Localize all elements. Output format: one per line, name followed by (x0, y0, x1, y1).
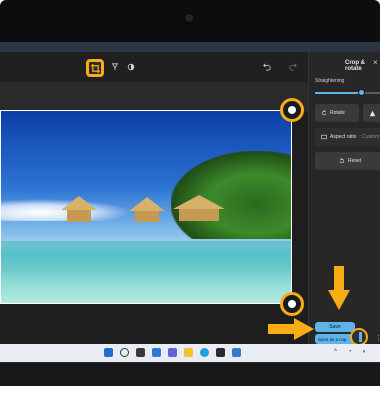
windows-taskbar: ^ ◔ ◖ (0, 344, 380, 362)
file-explorer-icon[interactable] (184, 348, 193, 357)
slider-thumb[interactable] (358, 89, 366, 96)
screen: Crop & rotate × Straightening Rotate Asp… (0, 42, 380, 362)
title-bar (0, 42, 380, 52)
photo-hut-base (179, 209, 219, 221)
photo-hut-base (135, 211, 159, 222)
teams-chat-icon[interactable] (168, 348, 177, 357)
annotation-arrow-right (268, 318, 314, 340)
photo-lagoon (1, 241, 291, 303)
widgets-icon[interactable] (152, 348, 161, 357)
volume-icon[interactable]: ◖ (362, 349, 366, 355)
reset-icon (339, 158, 345, 164)
reset-button[interactable]: Reset (315, 152, 380, 170)
crop-handle-top-right[interactable] (280, 98, 304, 122)
save-button[interactable]: Save (315, 322, 355, 332)
aspect-ratio-icon (321, 134, 327, 140)
crop-icon[interactable] (86, 59, 104, 77)
photo-hut (61, 196, 97, 210)
flip-button[interactable] (363, 104, 380, 122)
wifi-icon[interactable]: ◔ (348, 349, 352, 355)
flip-triangle-icon (369, 110, 376, 116)
save-as-copy-button[interactable]: Save as a cop (315, 334, 355, 344)
aspect-ratio-button[interactable]: Aspect ratio : Custom (315, 128, 380, 146)
tray-chevron-icon[interactable]: ^ (334, 349, 337, 355)
photo-hut (173, 195, 225, 209)
camera (183, 12, 195, 24)
store-icon[interactable] (216, 348, 225, 357)
close-icon[interactable]: × (373, 58, 378, 67)
reset-label: Reset (347, 158, 362, 164)
crop-handle-bottom-right[interactable] (280, 292, 304, 316)
photos-icon[interactable] (232, 348, 241, 357)
chevron-icon (359, 332, 362, 342)
search-icon[interactable] (120, 348, 129, 357)
edge-icon[interactable] (200, 348, 209, 357)
rotate-label: Rotate (330, 110, 345, 116)
more-options-icon[interactable]: ⋮ (375, 334, 380, 342)
photo-crop-region[interactable] (0, 110, 292, 304)
annotation-arrow-down (328, 266, 350, 310)
straightening-label: Straightening (315, 78, 345, 84)
task-view-icon[interactable] (136, 348, 145, 357)
tablet-frame: Crop & rotate × Straightening Rotate Asp… (0, 0, 380, 386)
adjust-icon[interactable] (124, 60, 138, 74)
aspect-ratio-label: Aspect ratio (330, 134, 357, 140)
aspect-ratio-value: : Custom (359, 134, 380, 140)
photo-hut (129, 197, 165, 211)
slider-fill (315, 92, 362, 94)
rotate-icon (321, 110, 327, 116)
straightening-slider[interactable] (315, 89, 380, 96)
undo-icon[interactable] (260, 60, 274, 74)
redo-icon[interactable] (286, 60, 300, 74)
rotate-button[interactable]: Rotate (315, 104, 359, 122)
editor-toolbar (0, 52, 308, 82)
flip-icon[interactable] (108, 60, 122, 74)
start-icon[interactable] (104, 348, 113, 357)
device-bezel (0, 362, 380, 386)
photo-hut-base (67, 210, 91, 222)
